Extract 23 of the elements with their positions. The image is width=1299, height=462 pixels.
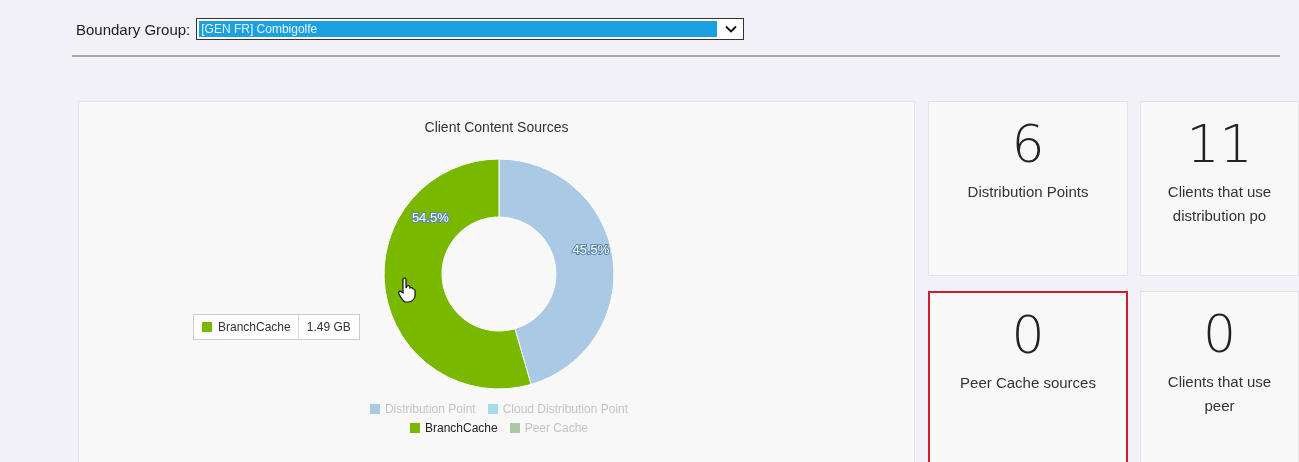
stat-tile[interactable]: 11 Clients that use distribution po bbox=[1140, 101, 1299, 276]
stat-value: 11 bbox=[1186, 116, 1253, 172]
stat-label: Clients that use distribution po bbox=[1166, 182, 1273, 226]
stat-tile[interactable]: 6 Distribution Points bbox=[928, 101, 1128, 276]
stat-label: Clients that use peer bbox=[1166, 372, 1273, 416]
donut-slice[interactable] bbox=[383, 158, 532, 390]
hand-cursor-icon bbox=[397, 277, 417, 303]
stat-value: 0 bbox=[1011, 307, 1045, 363]
stat-label: Distribution Points bbox=[966, 182, 1090, 202]
chevron-down-icon bbox=[725, 25, 738, 33]
stat-tile[interactable]: 0 Peer Cache sources bbox=[928, 291, 1128, 462]
data-label: 45.5% bbox=[572, 242, 610, 258]
stat-tile[interactable]: 0 Clients that use peer bbox=[1140, 291, 1299, 462]
stat-value: 6 bbox=[1011, 116, 1045, 172]
boundary-group-label: Boundary Group: bbox=[76, 20, 191, 38]
donut-slice[interactable] bbox=[498, 158, 615, 385]
tooltip-label: BranchCache bbox=[218, 320, 291, 334]
stat-label: Peer Cache sources bbox=[959, 373, 1097, 393]
stat-value: 0 bbox=[1202, 306, 1237, 362]
legend-label[interactable]: BranchCache bbox=[424, 421, 498, 435]
chart-title: Client Content Sources bbox=[424, 119, 569, 135]
data-label: 54.5% bbox=[411, 210, 449, 226]
tooltip-value: 1.49 GB bbox=[305, 320, 352, 334]
